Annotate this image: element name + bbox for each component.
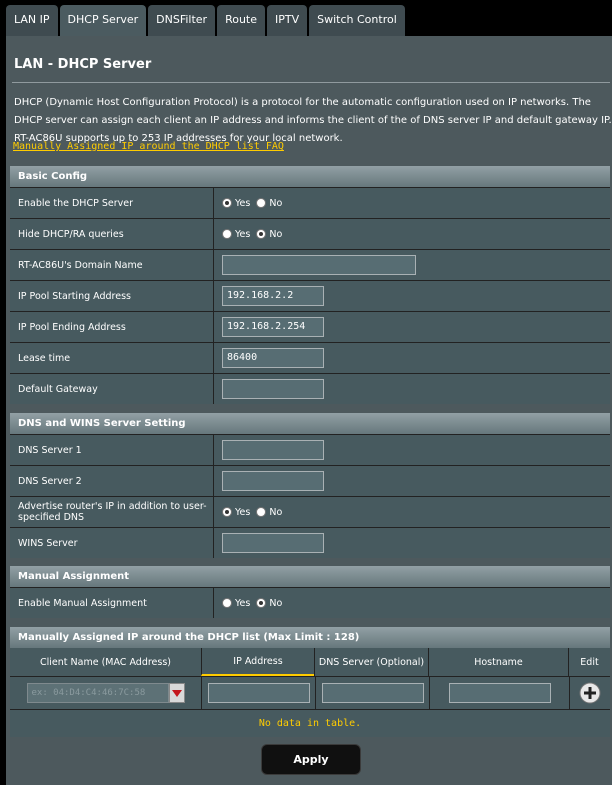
content-panel: LAN - DHCP Server DHCP (Dynamic Host Con… <box>6 36 612 785</box>
tab-route[interactable]: Route <box>217 5 266 36</box>
page-description: DHCP (Dynamic Host Configuration Protoco… <box>14 97 612 144</box>
pool-end-row: IP Pool Ending Address 192.168.2.254 <box>10 311 610 342</box>
domain-name-label: RT-AC86U's Domain Name <box>18 259 143 271</box>
lease-time-input[interactable]: 86400 <box>222 348 324 368</box>
enable-dhcp-no-radio[interactable]: No <box>256 198 282 209</box>
dns-wins-header: DNS and WINS Server Setting <box>10 413 610 434</box>
dns1-label: DNS Server 1 <box>18 444 82 456</box>
dns-wins-section: DNS and WINS Server Setting DNS Server 1… <box>10 413 610 558</box>
radio-unselected-icon <box>256 507 267 517</box>
add-circle-icon <box>579 682 601 704</box>
default-gateway-label: Default Gateway <box>18 383 98 395</box>
manual-assignment-header: Manual Assignment <box>10 566 610 587</box>
col-client-name: Client Name (MAC Address) <box>40 656 171 668</box>
hide-dhcp-yes-radio[interactable]: Yes <box>222 229 250 240</box>
col-dns-server: DNS Server (Optional) <box>314 648 428 676</box>
dns2-input[interactable] <box>222 471 324 491</box>
dns1-input[interactable] <box>222 440 324 460</box>
enable-manual-label: Enable Manual Assignment <box>18 597 147 609</box>
tab-lan-ip[interactable]: LAN IP <box>6 5 58 36</box>
default-gateway-row: Default Gateway <box>10 373 610 404</box>
radio-unselected-icon <box>222 229 232 239</box>
domain-name-row: RT-AC86U's Domain Name <box>10 249 610 280</box>
domain-name-input[interactable] <box>222 255 416 275</box>
advertise-dns-label: Advertise router's IP in addition to use… <box>18 501 207 523</box>
col-edit: Edit <box>568 648 610 676</box>
hostname-input[interactable] <box>448 683 551 703</box>
pool-start-input[interactable]: 192.168.2.2 <box>222 286 324 306</box>
dns2-label: DNS Server 2 <box>18 475 82 487</box>
enable-dhcp-yes-radio[interactable]: Yes <box>222 198 250 209</box>
add-entry-button[interactable] <box>569 677 610 709</box>
basic-config-section: Basic Config Enable the DHCP Server Yes … <box>10 166 610 404</box>
pool-end-label: IP Pool Ending Address <box>18 321 126 333</box>
hide-dhcp-no-radio[interactable]: No <box>256 229 282 240</box>
col-ip-address: IP Address <box>201 648 314 676</box>
manual-list-columns: Client Name (MAC Address) IP Address DNS… <box>10 648 610 677</box>
wins-row: WINS Server <box>10 527 610 558</box>
page-title: LAN - DHCP Server <box>14 57 152 72</box>
apply-button[interactable]: Apply <box>261 744 361 775</box>
faq-link[interactable]: Manually Assigned IP around the DHCP lis… <box>13 141 284 152</box>
advertise-no-radio[interactable]: No <box>256 507 282 518</box>
radio-selected-icon <box>222 507 232 517</box>
empty-table-message: No data in table. <box>10 709 610 737</box>
lease-time-label: Lease time <box>18 352 71 364</box>
manual-list-input-row: ex: 04:D4:C4:46:7C:58 <box>10 677 610 709</box>
radio-unselected-icon <box>256 198 267 208</box>
enable-manual-no-radio[interactable]: No <box>256 598 282 609</box>
tab-switch-control[interactable]: Switch Control <box>309 5 405 36</box>
hide-dhcp-label: Hide DHCP/RA queries <box>18 228 124 240</box>
radio-unselected-icon <box>222 598 232 608</box>
ip-address-input[interactable] <box>207 683 310 703</box>
tab-iptv[interactable]: IPTV <box>267 5 308 36</box>
radio-selected-icon <box>256 598 267 608</box>
enable-manual-yes-radio[interactable]: Yes <box>222 598 250 609</box>
title-divider <box>12 82 610 83</box>
pool-start-row: IP Pool Starting Address 192.168.2.2 <box>10 280 610 311</box>
hide-dhcp-row: Hide DHCP/RA queries Yes No <box>10 218 610 249</box>
tab-dnsfilter[interactable]: DNSFilter <box>148 5 216 36</box>
pool-start-label: IP Pool Starting Address <box>18 290 131 302</box>
wins-label: WINS Server <box>18 537 78 549</box>
tab-bar: LAN IP DHCP Server DNSFilter Route IPTV … <box>6 5 407 36</box>
pool-end-input[interactable]: 192.168.2.254 <box>222 317 324 337</box>
tab-dhcp-server[interactable]: DHCP Server <box>59 5 147 36</box>
wins-input[interactable] <box>222 533 324 553</box>
radio-selected-icon <box>222 198 232 208</box>
client-dropdown-button[interactable] <box>168 683 185 703</box>
enable-dhcp-label: Enable the DHCP Server <box>18 197 133 209</box>
client-mac-input[interactable]: ex: 04:D4:C4:46:7C:58 <box>26 683 169 703</box>
advertise-dns-row: Advertise router's IP in addition to use… <box>10 496 610 527</box>
dns-server-input[interactable] <box>321 683 424 703</box>
manual-assignment-section: Manual Assignment Enable Manual Assignme… <box>10 566 610 618</box>
enable-manual-row: Enable Manual Assignment Yes No <box>10 587 610 618</box>
chevron-down-icon <box>171 689 182 697</box>
col-hostname: Hostname <box>428 648 568 676</box>
advertise-yes-radio[interactable]: Yes <box>222 507 250 518</box>
manual-list-table: Manually Assigned IP around the DHCP lis… <box>10 627 610 737</box>
enable-dhcp-row: Enable the DHCP Server Yes No <box>10 187 610 218</box>
manual-list-header: Manually Assigned IP around the DHCP lis… <box>10 627 610 648</box>
radio-selected-icon <box>256 229 267 239</box>
lease-time-row: Lease time 86400 <box>10 342 610 373</box>
dns2-row: DNS Server 2 <box>10 465 610 496</box>
default-gateway-input[interactable] <box>222 379 324 399</box>
basic-config-header: Basic Config <box>10 166 610 187</box>
dns1-row: DNS Server 1 <box>10 434 610 465</box>
